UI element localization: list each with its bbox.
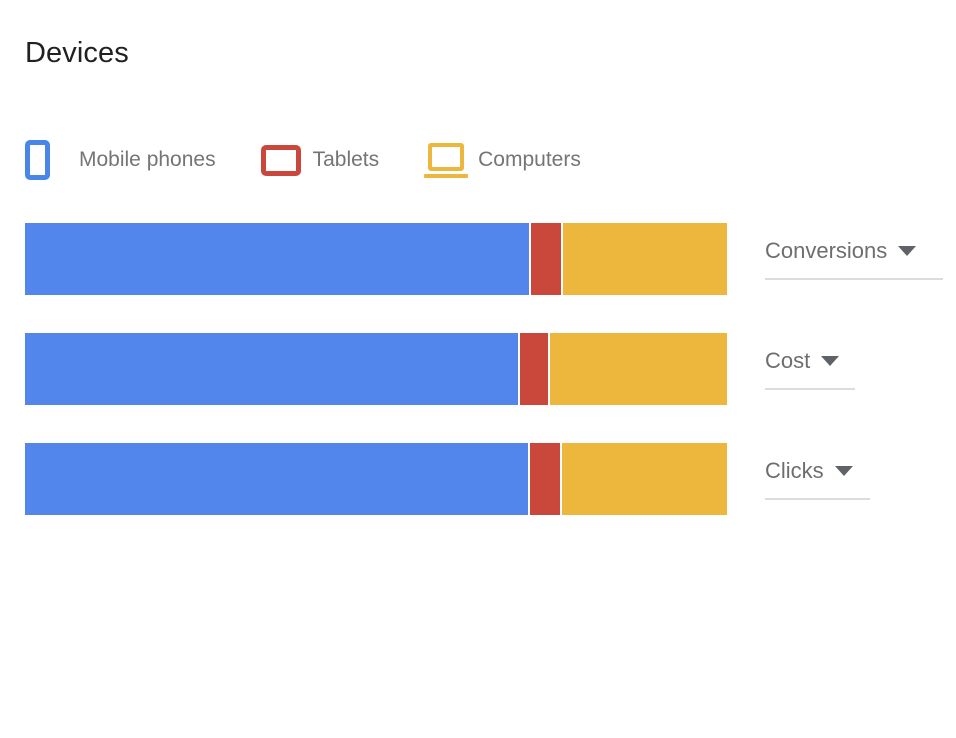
legend-label-tablets: Tablets: [312, 148, 380, 171]
legend-label-mobile-phones: Mobile phones: [79, 148, 216, 171]
metric-selector-clicks[interactable]: Clicks: [765, 443, 870, 515]
bar-segment-computers[interactable]: [562, 223, 727, 295]
mobile-phone-icon: [25, 140, 71, 180]
bar-segment-computers[interactable]: [562, 443, 727, 515]
bar-segment-mobile-phones[interactable]: [25, 443, 529, 515]
bar-segment-tablets[interactable]: [530, 223, 561, 295]
metric-underline: [765, 278, 943, 280]
legend-item-mobile-phones[interactable]: Mobile phones: [25, 136, 216, 184]
chevron-down-icon[interactable]: [898, 246, 917, 256]
devices-chart-widget: Devices Mobile phones Tablets Computers: [0, 0, 956, 738]
metric-selector-conversions[interactable]: Conversions: [765, 223, 943, 295]
metric-label-cost: Cost: [765, 348, 811, 373]
tablet-icon: [260, 144, 307, 176]
stacked-bar-track: [25, 443, 727, 515]
legend-label-computers: Computers: [478, 148, 581, 171]
metric-label-conversions: Conversions: [765, 238, 888, 263]
metric-underline: [765, 388, 855, 390]
metric-underline: [765, 498, 870, 500]
chevron-down-icon[interactable]: [834, 466, 853, 476]
metric-label-clicks: Clicks: [765, 458, 824, 483]
chevron-down-icon[interactable]: [821, 356, 840, 366]
laptop-icon: [424, 142, 470, 178]
bar-segment-mobile-phones[interactable]: [25, 333, 519, 405]
bar-segment-tablets[interactable]: [530, 443, 561, 515]
metric-selector-cost[interactable]: Cost: [765, 333, 855, 405]
chart-legend: Mobile phones Tablets Computers: [25, 136, 581, 184]
bar-segment-tablets[interactable]: [520, 333, 549, 405]
bar-segment-mobile-phones[interactable]: [25, 223, 529, 295]
stacked-bar-track: [25, 333, 727, 405]
page-title: Devices: [25, 37, 129, 69]
legend-item-tablets[interactable]: Tablets: [260, 136, 380, 184]
legend-item-computers[interactable]: Computers: [424, 136, 581, 184]
bar-segment-computers[interactable]: [550, 333, 727, 405]
stacked-bar-track: [25, 223, 727, 295]
